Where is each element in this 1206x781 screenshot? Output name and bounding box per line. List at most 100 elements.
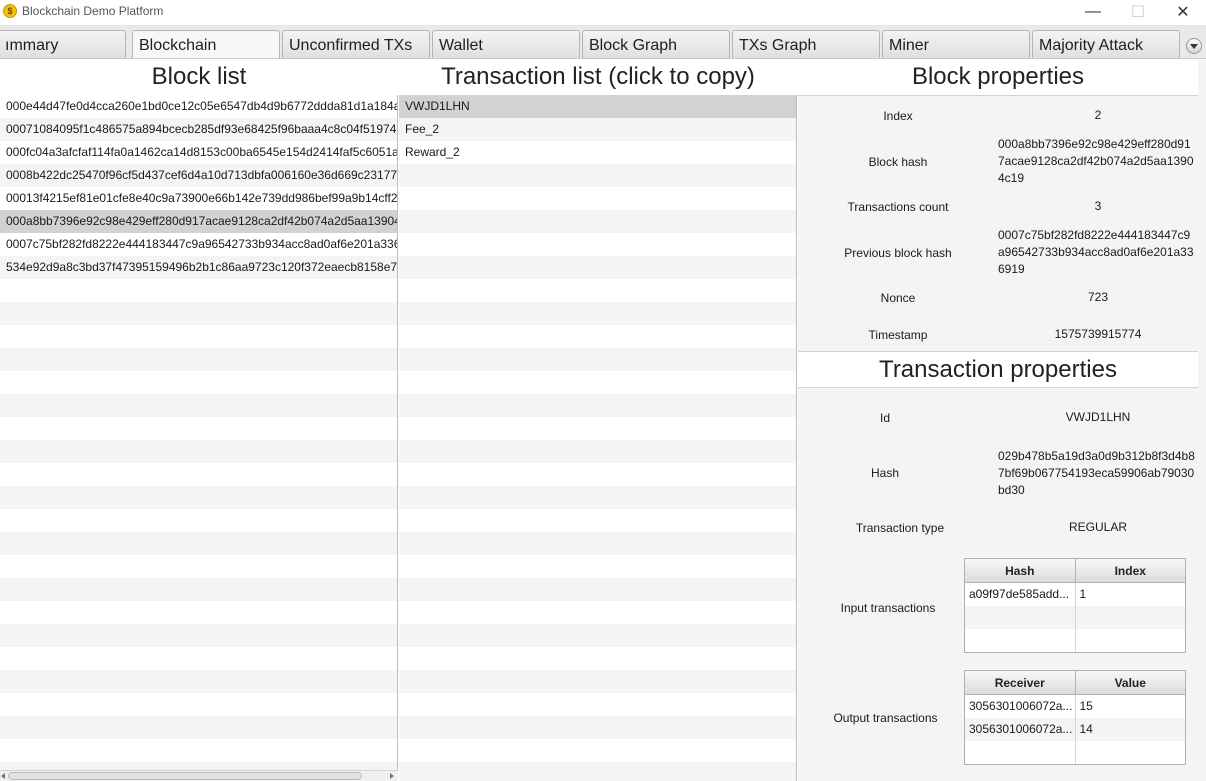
column-header-value[interactable]: Value bbox=[1076, 671, 1186, 694]
block-index-value: 2 bbox=[1094, 108, 1102, 122]
input-index-cell: 1 bbox=[1079, 587, 1087, 601]
tab-overflow-menu-icon[interactable] bbox=[1186, 38, 1202, 54]
empty-row bbox=[399, 555, 796, 578]
empty-row bbox=[0, 486, 397, 509]
scroll-left-arrow-icon[interactable] bbox=[1, 773, 5, 779]
empty-row bbox=[0, 509, 397, 532]
block-list-item-selected[interactable]: 000a8bb7396e92c98e429eff280d917acae9128c… bbox=[0, 210, 397, 233]
empty-row bbox=[0, 716, 397, 739]
output-receiver-cell: 3056301006072a... bbox=[965, 695, 1076, 718]
maximize-button[interactable]: ☐ bbox=[1115, 0, 1161, 24]
input-hash-cell: a09f97de585add... bbox=[965, 583, 1076, 606]
tab-unconfirmed-txs[interactable]: Unconfirmed TXs bbox=[282, 30, 430, 58]
tab-majority-attack[interactable]: Majority Attack bbox=[1032, 30, 1180, 58]
window-title: Blockchain Demo Platform bbox=[22, 4, 164, 18]
divider bbox=[798, 387, 1198, 388]
transaction-hash-label: Hash bbox=[870, 466, 899, 480]
empty-row bbox=[0, 555, 397, 578]
empty-row bbox=[399, 371, 796, 394]
block-list-item[interactable]: 000fc04a3afcfaf114fa0a1462ca14d8153c00ba… bbox=[0, 141, 397, 164]
previous-block-hash-value: 0007c75bf282fd8222e444183447c9a96542733b… bbox=[998, 228, 1194, 276]
tab-miner[interactable]: Miner bbox=[882, 30, 1030, 58]
block-list-header: Block list bbox=[151, 63, 247, 90]
table-row[interactable]: 3056301006072a... 15 bbox=[965, 695, 1185, 718]
empty-row bbox=[399, 394, 796, 417]
empty-row bbox=[399, 348, 796, 371]
empty-table-row bbox=[965, 629, 1185, 652]
empty-row bbox=[0, 440, 397, 463]
empty-row bbox=[399, 670, 796, 693]
empty-row bbox=[0, 302, 397, 325]
empty-row bbox=[0, 279, 397, 302]
app-coin-icon: $ bbox=[3, 4, 17, 18]
empty-row bbox=[399, 279, 796, 302]
empty-row bbox=[0, 578, 397, 601]
block-list-item[interactable]: 0007c75bf282fd8222e444183447c9a96542733b… bbox=[0, 233, 397, 256]
input-transactions-table[interactable]: Hash Index a09f97de585add... 1 bbox=[964, 558, 1186, 653]
transaction-properties-header: Transaction properties bbox=[798, 352, 1198, 388]
empty-row bbox=[0, 348, 397, 371]
empty-row bbox=[399, 647, 796, 670]
title-bar: $ Blockchain Demo Platform — ☐ ✕ bbox=[0, 0, 1206, 26]
empty-row bbox=[399, 716, 796, 739]
transaction-list[interactable]: VWJD1LHN Fee_2 Reward_2 bbox=[399, 95, 797, 781]
column-header-hash[interactable]: Hash bbox=[965, 559, 1076, 582]
transaction-list-item[interactable]: Reward_2 bbox=[399, 141, 796, 164]
minimize-button[interactable]: — bbox=[1070, 0, 1116, 24]
block-properties-header: Block properties bbox=[798, 59, 1198, 95]
close-button[interactable]: ✕ bbox=[1160, 0, 1206, 24]
nonce-value: 723 bbox=[1087, 290, 1109, 304]
table-row[interactable]: a09f97de585add... 1 bbox=[965, 583, 1185, 606]
tab-blockchain[interactable]: Blockchain bbox=[132, 30, 280, 58]
block-list-item[interactable]: 000e44d47fe0d4cca260e1bd0ce12c05e6547db4… bbox=[0, 95, 397, 118]
empty-row bbox=[399, 509, 796, 532]
transaction-list-item-selected[interactable]: VWJD1LHN bbox=[399, 95, 796, 118]
empty-row bbox=[399, 302, 796, 325]
output-transactions-label: Output transactions bbox=[833, 711, 938, 725]
block-list[interactable]: 000e44d47fe0d4cca260e1bd0ce12c05e6547db4… bbox=[0, 95, 398, 781]
input-transactions-label: Input transactions bbox=[840, 601, 936, 615]
block-list-item[interactable]: 534e92d9a8c3bd37f47395159496b2b1c86aa972… bbox=[0, 256, 397, 279]
column-header-receiver[interactable]: Receiver bbox=[965, 671, 1076, 694]
block-list-horizontal-scrollbar[interactable] bbox=[0, 770, 398, 781]
empty-row bbox=[0, 601, 397, 624]
tab-summary[interactable]: ımmary bbox=[0, 30, 126, 58]
empty-row bbox=[0, 693, 397, 716]
empty-row bbox=[0, 417, 397, 440]
transactions-count-label: Transactions count bbox=[847, 200, 949, 214]
output-value-cell: 14 bbox=[1079, 722, 1093, 736]
empty-row bbox=[0, 670, 397, 693]
empty-row bbox=[0, 325, 397, 348]
empty-table-row bbox=[965, 741, 1185, 764]
tab-block-graph[interactable]: Block Graph bbox=[582, 30, 730, 58]
output-receiver-cell: 3056301006072a... bbox=[965, 718, 1076, 741]
scroll-right-arrow-icon[interactable] bbox=[390, 773, 394, 779]
empty-row bbox=[399, 739, 796, 762]
empty-row bbox=[0, 532, 397, 555]
empty-row bbox=[399, 532, 796, 555]
block-list-item[interactable]: 0008b422dc25470f96cf5d437cef6d4a10d713db… bbox=[0, 164, 397, 187]
transaction-id-value: VWJD1LHN bbox=[1065, 410, 1131, 424]
empty-row bbox=[399, 210, 796, 233]
table-header: Hash Index bbox=[965, 559, 1185, 583]
column-header-index[interactable]: Index bbox=[1076, 559, 1186, 582]
nonce-label: Nonce bbox=[880, 291, 916, 305]
table-row[interactable]: 3056301006072a... 14 bbox=[965, 718, 1185, 741]
empty-row bbox=[0, 624, 397, 647]
output-transactions-table[interactable]: Receiver Value 3056301006072a... 15 3056… bbox=[964, 670, 1186, 765]
empty-row bbox=[399, 601, 796, 624]
properties-panel: Block properties Index 2 Block hash 000a… bbox=[798, 59, 1206, 781]
empty-row bbox=[399, 463, 796, 486]
block-list-item[interactable]: 00071084095f1c486575a894bcecb285df93e684… bbox=[0, 118, 397, 141]
scrollbar-thumb[interactable] bbox=[8, 772, 362, 780]
empty-row bbox=[0, 394, 397, 417]
empty-row bbox=[399, 233, 796, 256]
transaction-list-item[interactable]: Fee_2 bbox=[399, 118, 796, 141]
block-list-item[interactable]: 00013f4215ef81e01cfe8e40c9a73900e66b142e… bbox=[0, 187, 397, 210]
previous-block-hash-label: Previous block hash bbox=[844, 246, 952, 260]
tab-txs-graph[interactable]: TXs Graph bbox=[732, 30, 880, 58]
block-index-label: Index bbox=[883, 109, 913, 123]
tab-wallet[interactable]: Wallet bbox=[432, 30, 580, 58]
empty-row bbox=[399, 187, 796, 210]
empty-row bbox=[399, 624, 796, 647]
